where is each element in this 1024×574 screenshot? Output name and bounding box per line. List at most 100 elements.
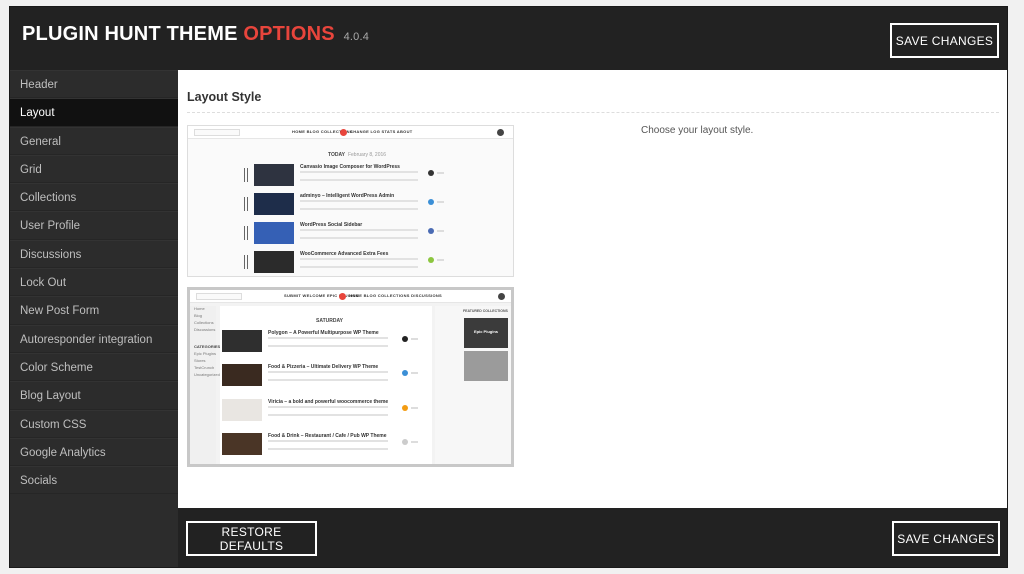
preview-main-column: SATURDAY Polygon – A Powerful Multipurpo… (220, 306, 432, 464)
post-excerpt (268, 406, 388, 416)
version-label: 4.0.4 (343, 31, 370, 43)
post-thumbnail (222, 433, 262, 455)
sidebar-item-collections[interactable]: Collections (10, 183, 178, 212)
preview-category: Stores (194, 358, 206, 363)
preview-search-box (196, 293, 242, 300)
sidebar-item-custom-css[interactable]: Custom CSS (10, 409, 178, 438)
post-excerpt (300, 258, 418, 268)
post-title: adminyo – Intelligent WordPress Admin (300, 193, 395, 199)
panel-title: PLUGIN HUNT THEME OPTIONS 4.0.4 (22, 23, 369, 46)
sidebar-item-grid[interactable]: Grid (10, 154, 178, 184)
preview-category: Epic Plugins (194, 351, 217, 356)
preview-logo-icon (340, 129, 347, 136)
preview-post: WooCommerce Advanced Extra Fees (244, 251, 454, 275)
sidebar-item-blog-layout[interactable]: Blog Layout (10, 381, 178, 410)
sidebar-item-layout[interactable]: Layout (10, 98, 178, 127)
layout-option-sidebar[interactable]: SUBMIT WELCOME EPIC PLUGINS HOME BLOG CO… (187, 287, 514, 467)
maker-avatar-icon (402, 405, 408, 411)
post-excerpt (300, 229, 418, 239)
preview-post: adminyo – Intelligent WordPress Admin (244, 193, 454, 217)
post-title: WordPress Social Sidebar (300, 222, 363, 228)
comment-count (437, 201, 444, 203)
sidebar-nav: Header Layout General Grid Collections U… (10, 70, 178, 567)
post-excerpt (268, 371, 388, 381)
sidebar-item-autoresponder[interactable]: Autoresponder integration (10, 324, 178, 353)
post-thumbnail (222, 330, 262, 352)
title-accent: OPTIONS (243, 23, 335, 45)
post-title: Canvasio Image Composer for WordPress (300, 164, 400, 170)
preview-featured-label: FEATURED COLLECTIONS (463, 309, 508, 313)
preview-avatar-icon (498, 293, 505, 300)
preview-menu-right: HOME BLOG COLLECTIONS DISCUSSIONS (349, 293, 443, 298)
maker-avatar-icon (428, 199, 434, 205)
post-excerpt (300, 200, 418, 210)
post-thumbnail (222, 399, 262, 421)
preview-side-link: Blog (194, 313, 203, 318)
post-title: WooCommerce Advanced Extra Fees (300, 251, 389, 257)
preview-right-sidebar: FEATURED COLLECTIONS Epic Plugins (435, 306, 511, 464)
preview-logo-icon (339, 293, 346, 300)
preview-navbar: SUBMIT WELCOME EPIC PLUGINS HOME BLOG CO… (190, 290, 511, 303)
post-thumbnail (254, 222, 294, 244)
preview-categories-label: CATEGORIES (194, 344, 221, 349)
sidebar-item-new-post-form[interactable]: New Post Form (10, 296, 178, 325)
vote-arrows-icon (244, 226, 248, 240)
preview-search-box (194, 129, 240, 136)
sidebar-item-lock-out[interactable]: Lock Out (10, 268, 178, 297)
post-title: Polygon – A Powerful Multipurpose WP The… (268, 330, 379, 336)
comment-count (437, 230, 444, 232)
preview-left-sidebar: Home Blog Collections Discussions CATEGO… (190, 306, 221, 464)
sidebar-item-general[interactable]: General (10, 126, 178, 155)
maker-avatar-icon (428, 228, 434, 234)
preview-menu-right: CHANGE LOG STATS ABOUT (350, 129, 413, 134)
post-title: Food & Pizzeria – Ultimate Delivery WP T… (268, 364, 379, 370)
maker-avatar-icon (428, 257, 434, 263)
comment-count (437, 259, 444, 261)
preview-day-heading: TODAY February 8, 2016 (328, 152, 386, 158)
top-bar: PLUGIN HUNT THEME OPTIONS 4.0.4 SAVE CHA… (10, 7, 1007, 70)
post-excerpt (300, 171, 418, 181)
preview-side-link: Collections (194, 320, 214, 325)
comment-count (411, 338, 418, 340)
sidebar-item-color-scheme[interactable]: Color Scheme (10, 352, 178, 382)
preview-post: Viricia – a bold and powerful woocommerc… (220, 399, 430, 423)
theme-options-panel: PLUGIN HUNT THEME OPTIONS 4.0.4 SAVE CHA… (9, 6, 1008, 568)
preview-post: WordPress Social Sidebar (244, 222, 454, 246)
comment-count (411, 407, 418, 409)
sidebar-item-socials[interactable]: Socials (10, 466, 178, 495)
sidebar-item-discussions[interactable]: Discussions (10, 239, 178, 269)
preview-day-label: SATURDAY (316, 318, 343, 324)
vote-arrows-icon (244, 168, 248, 182)
layout-option-list[interactable]: HOME BLOG COLLECTIONS CHANGE LOG STATS A… (187, 125, 514, 277)
preview-post: Canvasio Image Composer for WordPress (244, 164, 454, 188)
preview-avatar-icon (497, 129, 504, 136)
post-thumbnail (254, 193, 294, 215)
sidebar-item-google-analytics[interactable]: Google Analytics (10, 437, 178, 467)
preview-post: Food & Pizzeria – Ultimate Delivery WP T… (220, 364, 430, 388)
preview-featured-title: Epic Plugins (474, 329, 499, 334)
preview-post: Food & Drink – Restaurant / Cafe / Pub W… (220, 433, 430, 457)
preview-featured-image (464, 351, 508, 381)
sidebar-item-header[interactable]: Header (10, 70, 178, 99)
title-main: PLUGIN HUNT THEME (22, 23, 238, 45)
preview-side-link: Discussions (194, 327, 216, 332)
vote-arrows-icon (244, 255, 248, 269)
preview-side-link: Home (194, 306, 205, 311)
post-title: Food & Drink – Restaurant / Cafe / Pub W… (268, 433, 387, 439)
maker-avatar-icon (428, 170, 434, 176)
maker-avatar-icon (402, 336, 408, 342)
comment-count (411, 372, 418, 374)
preview-featured-collection: Epic Plugins (464, 318, 508, 348)
options-content: Layout Style Choose your layout style. H… (178, 70, 1007, 508)
sidebar-item-user-profile[interactable]: User Profile (10, 211, 178, 240)
save-changes-button-bottom[interactable]: SAVE CHANGES (892, 521, 1000, 556)
restore-defaults-button[interactable]: RESTORE DEFAULTS (186, 521, 317, 556)
post-thumbnail (254, 164, 294, 186)
maker-avatar-icon (402, 439, 408, 445)
post-excerpt (268, 440, 388, 450)
preview-day-label: TODAY (328, 152, 345, 158)
preview-category: Uncategorized (194, 372, 220, 377)
save-changes-button-top[interactable]: SAVE CHANGES (890, 23, 999, 58)
layout-style-description: Choose your layout style. (641, 125, 754, 136)
preview-day-heading: SATURDAY (316, 318, 343, 324)
